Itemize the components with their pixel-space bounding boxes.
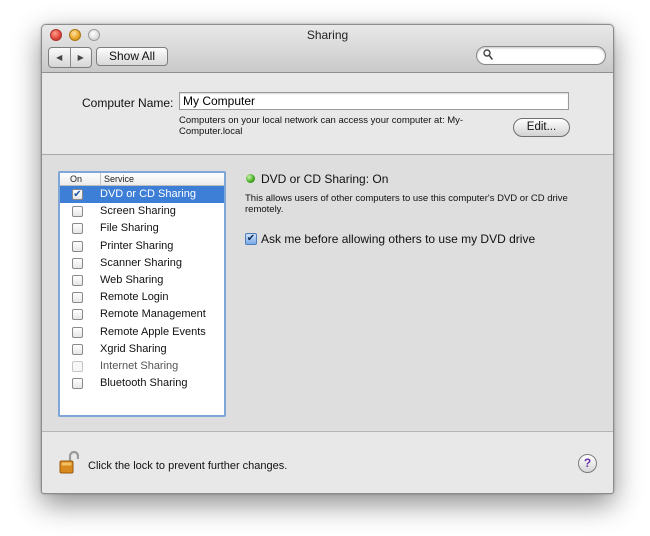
service-checkbox[interactable]: [72, 240, 83, 252]
service-checkbox[interactable]: [72, 206, 83, 218]
service-checkbox[interactable]: [72, 343, 83, 355]
forward-button[interactable]: ▶: [69, 48, 92, 67]
service-status-title: DVD or CD Sharing: On: [261, 172, 389, 186]
navigation-segment: ◀ ▶: [48, 47, 92, 68]
service-checkbox[interactable]: [72, 257, 83, 269]
computer-name-field[interactable]: My Computer: [179, 92, 569, 110]
service-row[interactable]: Internet Sharing: [60, 358, 224, 375]
edit-button[interactable]: Edit...: [513, 118, 570, 137]
service-row[interactable]: Bluetooth Sharing: [60, 375, 224, 392]
service-row[interactable]: Remote Management: [60, 306, 224, 323]
service-label: Web Sharing: [100, 274, 164, 286]
service-row[interactable]: Scanner Sharing: [60, 255, 224, 272]
service-checkbox[interactable]: [72, 378, 83, 390]
service-row[interactable]: Web Sharing: [60, 272, 224, 289]
service-row[interactable]: Screen Sharing: [60, 203, 224, 220]
computer-address-description: Computers on your local network can acce…: [179, 115, 464, 137]
service-column-header[interactable]: Service: [100, 173, 134, 185]
services-list[interactable]: On Service ✔ DVD or CD Sharing Screen Shar…: [58, 171, 226, 417]
unlocked-padlock-icon[interactable]: [59, 450, 79, 474]
service-label: Remote Login: [100, 291, 169, 304]
service-checkbox[interactable]: [72, 292, 83, 304]
on-column-header[interactable]: On: [70, 173, 82, 185]
service-row[interactable]: Remote Login: [60, 289, 224, 306]
services-list-header: On Service: [60, 173, 224, 186]
window-title: Sharing: [306, 28, 349, 42]
service-label: DVD or CD Sharing: [100, 188, 196, 200]
service-label: Printer Sharing: [100, 239, 174, 252]
forward-arrow-icon: ▶: [77, 53, 84, 62]
service-label: Bluetooth Sharing: [100, 377, 188, 390]
titlebar: Sharing ◀ ▶ Show All: [42, 25, 613, 73]
ask-before-allowing-label[interactable]: Ask me before allowing others to use my …: [261, 232, 535, 246]
service-checkbox[interactable]: [72, 275, 83, 286]
service-label: Scanner Sharing: [100, 256, 182, 269]
service-label: Remote Apple Events: [100, 325, 206, 338]
service-label: Xgrid Sharing: [100, 342, 167, 355]
service-row[interactable]: File Sharing: [60, 220, 224, 237]
sharing-window: Sharing ◀ ▶ Show All Computer Name: My C…: [41, 24, 614, 494]
checkmark-icon: ✔: [246, 233, 256, 244]
service-description: This allows users of other computers to …: [245, 193, 568, 215]
service-row[interactable]: ✔ DVD or CD Sharing: [60, 186, 224, 203]
lock-message: Click the lock to prevent further change…: [88, 460, 288, 472]
help-icon: ?: [583, 456, 592, 470]
search-field[interactable]: [476, 46, 606, 65]
service-label: Screen Sharing: [100, 205, 176, 218]
service-row[interactable]: Xgrid Sharing: [60, 341, 224, 358]
show-all-button[interactable]: Show All: [96, 47, 168, 66]
back-arrow-icon: ◀: [56, 53, 63, 62]
service-checkbox[interactable]: [72, 223, 83, 235]
back-button[interactable]: ◀: [49, 48, 70, 67]
computer-name-label: Computer Name:: [82, 96, 174, 110]
ask-before-allowing-checkbox[interactable]: ✔: [245, 233, 257, 245]
status-indicator-icon: [246, 174, 255, 183]
help-button[interactable]: ?: [578, 454, 597, 473]
service-label: Internet Sharing: [100, 360, 179, 372]
service-label: File Sharing: [100, 222, 159, 235]
service-checkbox[interactable]: [72, 309, 83, 321]
service-row[interactable]: Printer Sharing: [60, 238, 224, 255]
search-icon: [483, 49, 493, 60]
search-input[interactable]: [497, 48, 597, 63]
service-label: Remote Management: [100, 308, 206, 321]
service-row[interactable]: Remote Apple Events: [60, 324, 224, 341]
service-checkbox: [72, 361, 83, 372]
service-checkbox[interactable]: [72, 326, 83, 338]
service-checkbox[interactable]: ✔: [72, 189, 83, 200]
footer-divider: [42, 431, 613, 432]
